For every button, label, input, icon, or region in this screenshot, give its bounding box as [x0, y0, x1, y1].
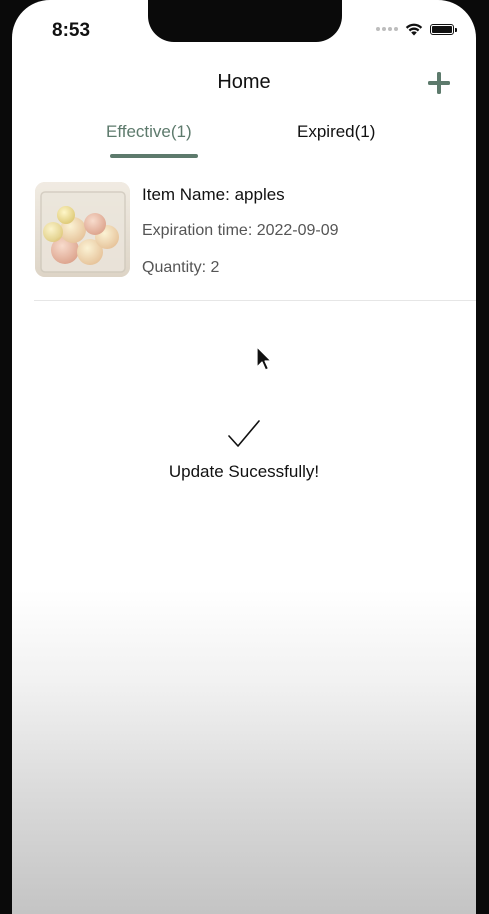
active-tab-indicator	[110, 154, 198, 158]
wifi-icon	[405, 23, 423, 36]
add-item-button[interactable]	[426, 70, 452, 96]
success-toast: Update Sucessfully!	[12, 418, 476, 482]
list-item[interactable]: Item Name: apples Expiration time: 2022-…	[34, 182, 474, 300]
battery-icon	[430, 23, 457, 35]
app-screen: 8:53 Home Effective(1) Expired(1) Item N…	[12, 0, 476, 914]
apples-photo	[35, 182, 130, 277]
toast-message: Update Sucessfully!	[168, 462, 320, 481]
item-name: Item Name: apples	[142, 185, 285, 204]
page-title: Home	[217, 71, 271, 93]
signal-dots-icon	[376, 27, 398, 31]
tab-expired[interactable]: Expired(1)	[297, 122, 375, 142]
status-icons	[376, 22, 457, 36]
plus-icon	[428, 72, 450, 94]
tab-effective[interactable]: Effective(1)	[106, 122, 192, 142]
list-divider	[34, 300, 476, 301]
phone-frame: 8:53 Home Effective(1) Expired(1) Item N…	[0, 0, 489, 914]
device-notch	[148, 0, 342, 42]
item-expiration: Expiration time: 2022-09-09	[142, 222, 339, 239]
item-quantity: Quantity: 2	[142, 259, 220, 276]
item-thumbnail	[35, 182, 130, 277]
status-time: 8:53	[52, 20, 91, 41]
mouse-pointer-icon	[256, 346, 272, 371]
checkmark-icon	[228, 420, 260, 447]
tab-bar: Effective(1) Expired(1)	[12, 120, 476, 164]
